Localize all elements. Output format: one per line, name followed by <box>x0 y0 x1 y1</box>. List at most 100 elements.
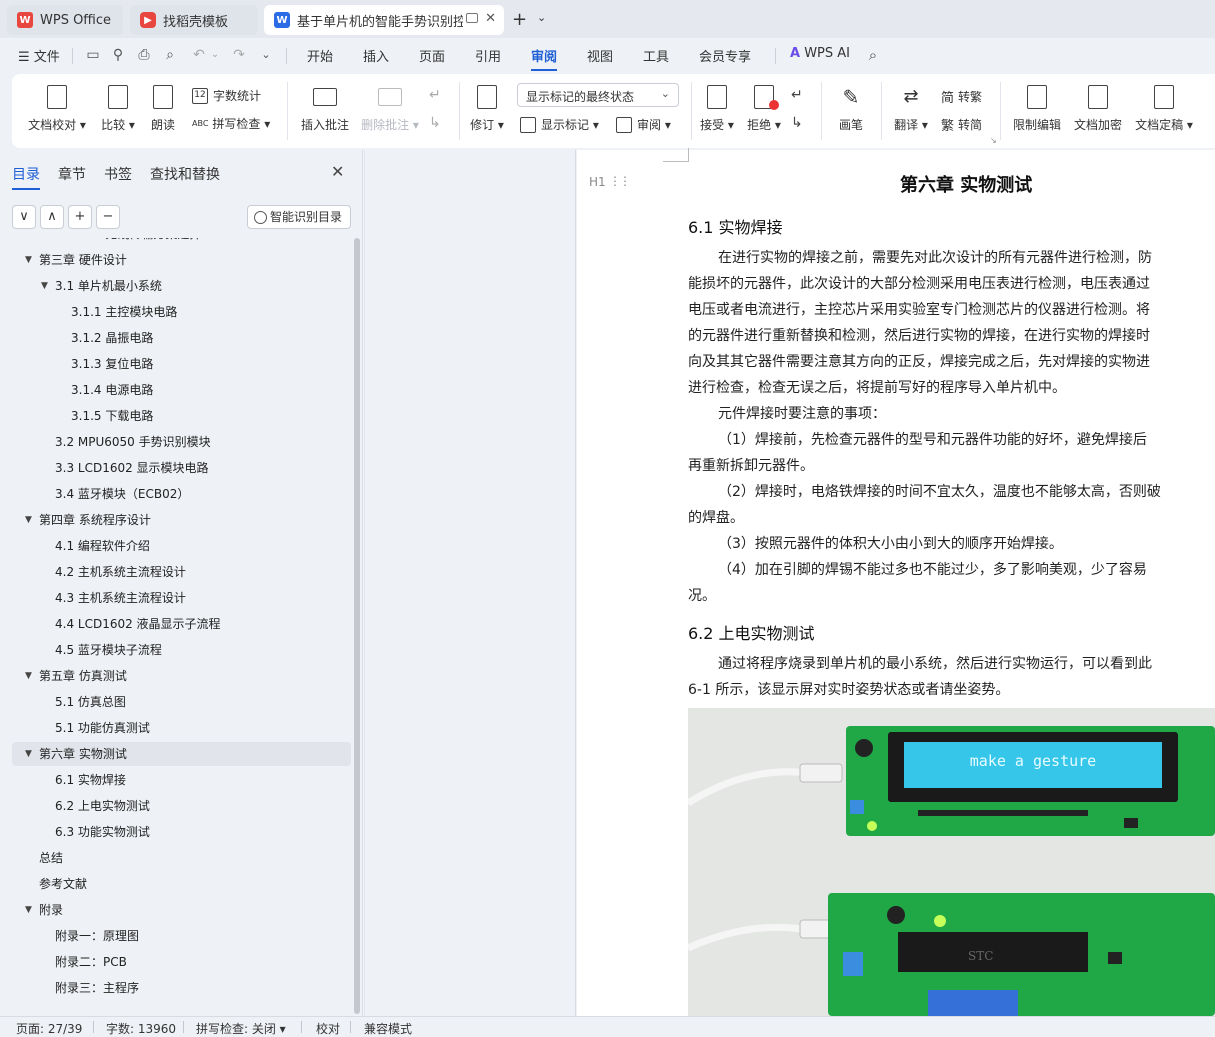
menu-view[interactable]: 视图 <box>587 46 613 65</box>
expand-arrow-icon[interactable]: ▼ <box>25 742 32 766</box>
tab-wps-office[interactable]: W WPS Office <box>7 5 123 35</box>
save-icon[interactable]: ▭ <box>85 47 101 63</box>
toc-item[interactable]: 5.1 仿真总图 <box>12 690 351 714</box>
toc-item[interactable]: ▼ 附录 <box>12 898 351 922</box>
menu-reference[interactable]: 引用 <box>475 46 501 65</box>
menu-review[interactable]: 审阅 <box>531 46 558 71</box>
close-icon[interactable]: ✕ <box>331 162 344 181</box>
tab-docer-templates[interactable]: ▶ 找稻壳模板 <box>130 5 258 35</box>
nav-tab-bookmarks[interactable]: 书签 <box>104 164 132 184</box>
remove-heading-button[interactable]: − <box>96 205 120 229</box>
menu-start[interactable]: 开始 <box>307 46 333 65</box>
markup-state-select[interactable]: 显示标记的最终状态 ⌄ <box>517 83 679 107</box>
toc-item[interactable]: 总结 <box>12 846 351 870</box>
expand-arrow-icon[interactable]: ▼ <box>25 898 32 922</box>
dialog-launcher-icon[interactable]: ↘ <box>990 136 997 145</box>
toc-item[interactable]: 4.4 LCD1602 液晶显示子流程 <box>12 612 351 636</box>
pen-button[interactable]: ✎ 画笔 <box>834 84 868 133</box>
toc-item[interactable]: 5.1 功能仿真测试 <box>12 716 351 740</box>
menu-page[interactable]: 页面 <box>419 46 445 65</box>
toc-item[interactable]: ▼ 第四章 系统程序设计 <box>12 508 351 532</box>
to-traditional-button[interactable]: 简转繁 <box>941 87 982 106</box>
toc-item[interactable]: 2.2.3 无线传输方案选择 <box>12 238 351 246</box>
toc-item[interactable]: 参考文献 <box>12 872 351 896</box>
word-count-button[interactable]: 12 字数统计 <box>192 87 261 104</box>
translate-button[interactable]: ⇄ 翻译 ▾ <box>892 84 930 133</box>
print-preview-icon[interactable]: ⌕ <box>162 47 178 63</box>
delete-comment-button[interactable]: 删除批注 ▾ <box>358 84 422 133</box>
drag-handle-icon[interactable]: ⋮⋮ <box>609 174 631 188</box>
toc-item[interactable]: 4.5 蓝牙模块子流程 <box>12 638 351 662</box>
previous-comment-icon[interactable]: ↵ <box>429 87 441 103</box>
close-tab-icon[interactable]: ✕ <box>485 11 496 26</box>
chevron-down-icon[interactable]: ⌄ <box>537 11 546 24</box>
toc-item[interactable]: ▼ 第五章 仿真测试 <box>12 664 351 688</box>
new-tab-icon[interactable]: + <box>512 9 527 30</box>
menu-insert[interactable]: 插入 <box>363 46 389 65</box>
toc-item[interactable]: 3.3 LCD1602 显示模块电路 <box>12 456 351 480</box>
accept-button[interactable]: 接受 ▾ <box>698 84 736 133</box>
add-heading-button[interactable]: + <box>68 205 92 229</box>
expand-arrow-icon[interactable]: ▼ <box>25 508 32 532</box>
toc-item[interactable]: 附录三：主程序 <box>12 976 351 1000</box>
toc-item[interactable]: 3.4 蓝牙模块（ECB02） <box>12 482 351 506</box>
toc-item[interactable]: 4.3 主机系统主流程设计 <box>12 586 351 610</box>
hardware-photo[interactable]: make a gesture STC <box>688 708 1215 1016</box>
smart-toc-button[interactable]: 智能识别目录 <box>247 205 351 229</box>
expand-arrow-icon[interactable]: ▼ <box>41 274 48 298</box>
read-aloud-button[interactable]: 朗读 <box>148 84 178 133</box>
expand-level-button[interactable]: ∧ <box>40 205 64 229</box>
menu-member[interactable]: 会员专享 <box>699 46 751 65</box>
toc-item[interactable]: 4.2 主机系统主流程设计 <box>12 560 351 584</box>
word-count-status[interactable]: 字数: 13960 <box>106 1020 176 1037</box>
redo-icon[interactable]: ↷ <box>231 47 247 63</box>
previous-change-icon[interactable]: ↵ <box>791 87 803 103</box>
encrypt-button[interactable]: 文档加密 <box>1072 84 1124 133</box>
toc-item[interactable]: 4.1 编程软件介绍 <box>12 534 351 558</box>
page-indicator[interactable]: 页面: 27/39 <box>16 1020 82 1037</box>
doc-check-button[interactable]: 文档校对 ▾ <box>28 84 86 133</box>
toc-item[interactable]: ▼ 3.1 单片机最小系统 <box>12 274 351 298</box>
nav-tab-toc[interactable]: 目录 <box>12 164 40 190</box>
collapse-all-button[interactable]: ∨ <box>12 205 36 229</box>
spell-check-status[interactable]: 拼写检查: 关闭 ▾ <box>196 1020 286 1037</box>
reject-button[interactable]: 拒绝 ▾ <box>745 84 783 133</box>
toc-item[interactable]: ▼ 第六章 实物测试 <box>12 742 351 766</box>
to-simplified-button[interactable]: 繁转简 <box>941 115 982 134</box>
nav-tab-chapters[interactable]: 章节 <box>58 164 86 184</box>
chevron-down-icon[interactable]: ⌄ <box>207 47 223 63</box>
toc-item[interactable]: 3.1.2 晶振电路 <box>12 326 351 350</box>
print-icon[interactable]: ⎙ <box>136 47 152 63</box>
toc-scrollbar[interactable] <box>354 238 360 1014</box>
search-icon[interactable]: ⌕ <box>865 47 881 63</box>
heading-level-icon[interactable]: H1 <box>589 175 606 189</box>
monitor-icon[interactable] <box>466 13 478 23</box>
next-change-icon[interactable]: ↳ <box>791 115 803 131</box>
restrict-edit-button[interactable]: 限制编辑 <box>1010 84 1064 133</box>
next-comment-icon[interactable]: ↳ <box>429 115 441 131</box>
toc-item[interactable]: 3.1.5 下载电路 <box>12 404 351 428</box>
revise-button[interactable]: 修订 ▾ <box>468 84 506 133</box>
menu-tools[interactable]: 工具 <box>643 46 669 65</box>
show-markup-button[interactable]: 显示标记 ▾ <box>520 116 599 133</box>
undo-icon[interactable]: ↶ <box>191 47 207 63</box>
nav-tab-find-replace[interactable]: 查找和替换 <box>150 164 220 184</box>
proofread-status[interactable]: 校对 <box>316 1020 340 1037</box>
toc-item[interactable]: 3.2 MPU6050 手势识别模块 <box>12 430 351 454</box>
review-pane-button[interactable]: 审阅 ▾ <box>616 116 671 133</box>
toc-item[interactable]: 3.1.3 复位电路 <box>12 352 351 376</box>
tab-current-document[interactable]: W 基于单片机的智能手势识别控... ✕ <box>264 5 504 35</box>
expand-arrow-icon[interactable]: ▼ <box>25 664 32 688</box>
file-menu[interactable]: ☰ 文件 <box>18 46 60 65</box>
toc-item[interactable]: 6.3 功能实物测试 <box>12 820 351 844</box>
compare-button[interactable]: 比较 ▾ <box>98 84 138 133</box>
toc-item[interactable]: 3.1.4 电源电路 <box>12 378 351 402</box>
format-painter-icon[interactable]: ⚲ <box>110 47 126 63</box>
toc-item[interactable]: 附录一：原理图 <box>12 924 351 948</box>
spell-check-button[interactable]: ABC 拼写检查 ▾ <box>192 115 270 132</box>
wps-ai-button[interactable]: A WPS AI <box>790 46 850 61</box>
toc-item[interactable]: 3.1.1 主控模块电路 <box>12 300 351 324</box>
expand-arrow-icon[interactable]: ▼ <box>25 248 32 272</box>
toc-item[interactable]: 6.1 实物焊接 <box>12 768 351 792</box>
toc-item[interactable]: 6.2 上电实物测试 <box>12 794 351 818</box>
